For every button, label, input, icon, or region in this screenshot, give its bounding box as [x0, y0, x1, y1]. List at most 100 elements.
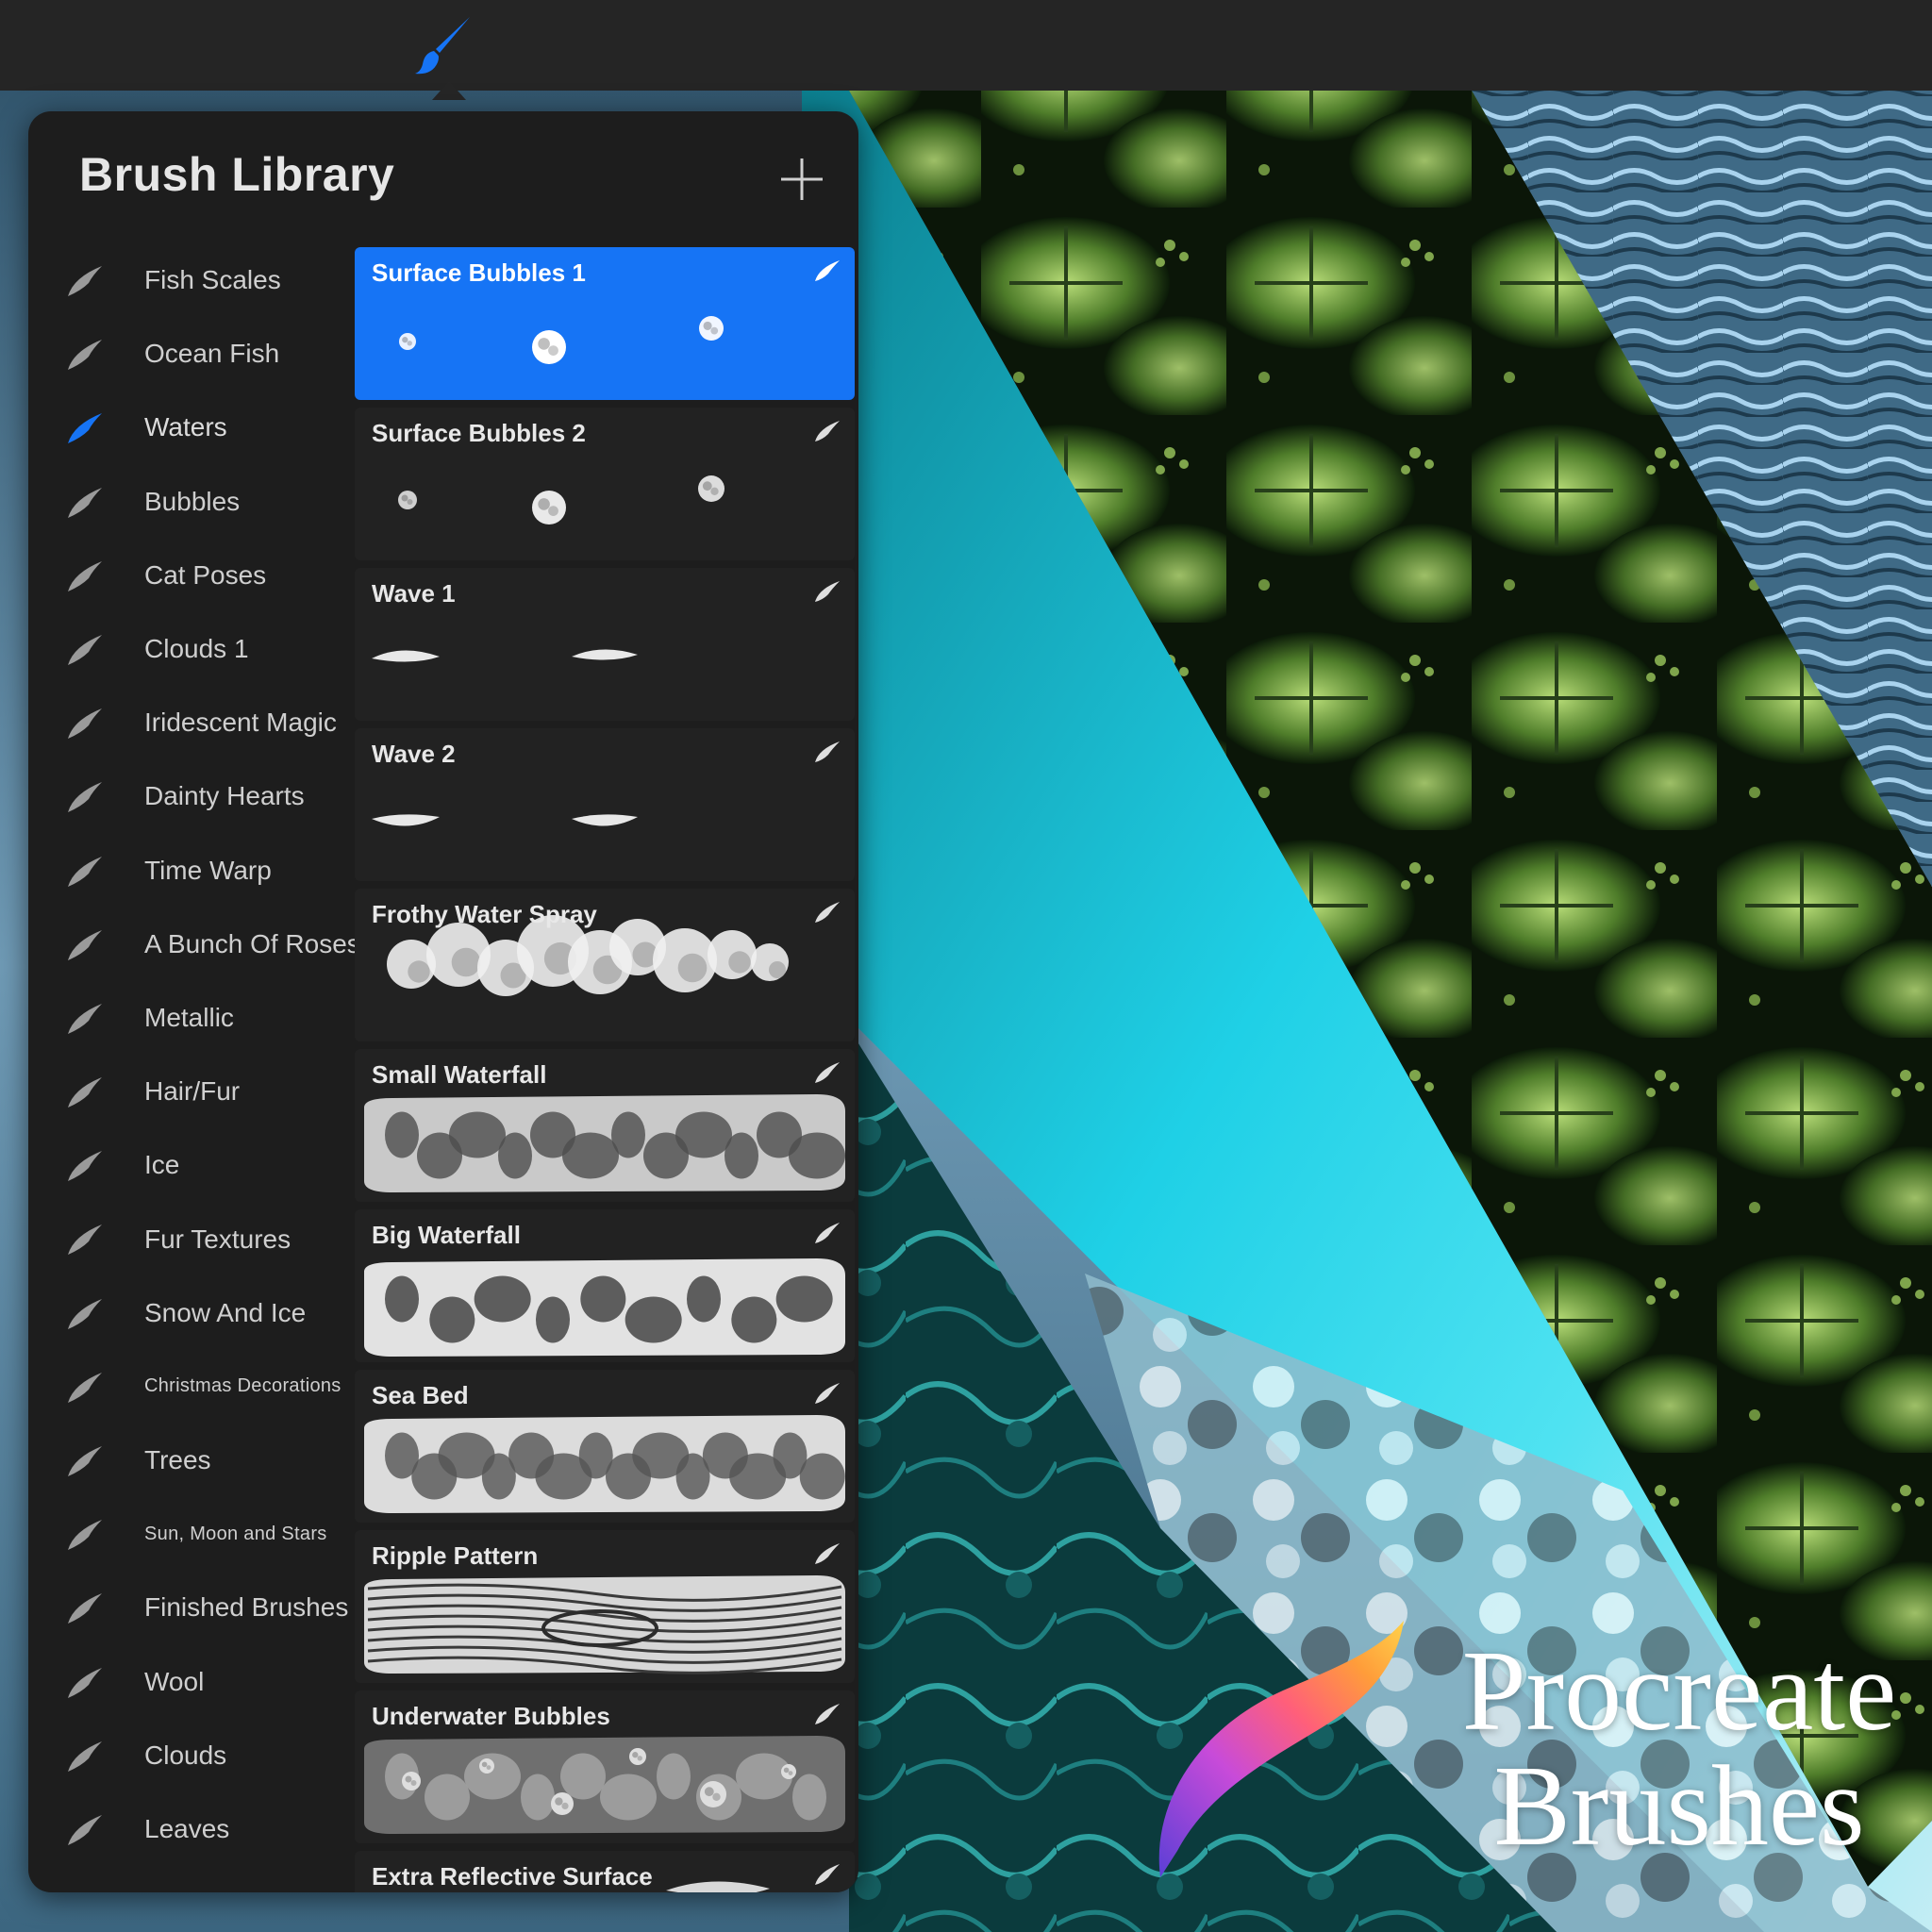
set-item[interactable]: Fur Textures: [28, 1202, 355, 1275]
brush-stroke-icon: [813, 1381, 841, 1406]
set-label: Christmas Decorations: [144, 1375, 341, 1397]
set-item[interactable]: Dainty Hearts: [28, 759, 355, 833]
brush-name: Surface Bubbles 1: [372, 258, 586, 288]
set-item[interactable]: Fish Scales: [28, 243, 355, 317]
set-item[interactable]: Sun, Moon and Stars: [28, 1497, 355, 1571]
top-toolbar: [0, 0, 1932, 91]
set-label: A Bunch Of Roses: [144, 929, 360, 959]
brush-card[interactable]: Surface Bubbles 1: [355, 247, 855, 400]
set-item[interactable]: Trees: [28, 1424, 355, 1497]
brush-card[interactable]: Wave 1: [355, 568, 855, 721]
brush-card[interactable]: Wave 2: [355, 728, 855, 881]
set-item[interactable]: Wool: [28, 1645, 355, 1719]
set-item[interactable]: Waters: [28, 391, 355, 464]
brush-card[interactable]: Sea Bed: [355, 1370, 855, 1523]
set-item[interactable]: Clouds: [28, 1719, 355, 1792]
brush-stroke-icon: [64, 484, 111, 522]
brush-name: Big Waterfall: [372, 1221, 521, 1250]
set-label: Fur Textures: [144, 1224, 291, 1255]
brush-stroke-icon: [813, 579, 841, 604]
set-item[interactable]: Bubbles: [28, 465, 355, 539]
paintbrush-icon[interactable]: [411, 13, 475, 77]
brush-stroke-icon: [64, 1738, 111, 1775]
brush-stroke-icon: [64, 409, 111, 447]
brush-stroke-icon: [64, 1369, 111, 1407]
brush-stroke-icon: [64, 1221, 111, 1258]
brush-stroke-icon: [64, 558, 111, 595]
branding-line-1: Procreate: [1453, 1634, 1906, 1749]
plus-icon[interactable]: [772, 149, 832, 209]
set-item[interactable]: Christmas Decorations: [28, 1350, 355, 1424]
brush-stroke-icon: [813, 740, 841, 764]
brush-name: Extra Reflective Surface: [372, 1862, 653, 1891]
brush-stroke-icon: [813, 1702, 841, 1726]
brush-stroke-icon: [64, 1590, 111, 1627]
brush-sets-list: Fish Scales Ocean Fish Waters Bubbles Cat Po…: [28, 243, 355, 1866]
brush-stroke-icon: [64, 1664, 111, 1702]
set-item[interactable]: Time Warp: [28, 834, 355, 908]
set-item[interactable]: Iridescent Magic: [28, 686, 355, 759]
brush-stroke-icon: [813, 1541, 841, 1566]
brush-stroke-icon: [64, 336, 111, 374]
set-item[interactable]: Hair/Fur: [28, 1055, 355, 1128]
brush-name: Sea Bed: [372, 1381, 469, 1410]
brush-name: Underwater Bubbles: [372, 1702, 610, 1731]
brush-stroke-icon: [64, 1147, 111, 1185]
brush-stroke-icon: [64, 926, 111, 964]
brush-stroke-icon: [64, 1000, 111, 1038]
set-label: Ocean Fish: [144, 339, 279, 369]
set-label: Metallic: [144, 1003, 234, 1033]
brush-name: Wave 2: [372, 740, 456, 769]
brush-stroke-icon: [64, 853, 111, 891]
set-item[interactable]: Snow And Ice: [28, 1276, 355, 1350]
brush-stroke-icon: [64, 1074, 111, 1111]
set-item[interactable]: Ice: [28, 1128, 355, 1202]
brush-stroke-icon: [64, 631, 111, 669]
brush-name: Wave 1: [372, 579, 456, 608]
set-item[interactable]: Metallic: [28, 981, 355, 1055]
set-label: Finished Brushes: [144, 1592, 348, 1623]
brush-card[interactable]: Surface Bubbles 2: [355, 408, 855, 560]
set-item[interactable]: Finished Brushes: [28, 1571, 355, 1644]
brush-library-panel: Brush Library Fish Scales Ocean Fish Water…: [28, 111, 858, 1892]
brush-stroke-icon: [64, 1295, 111, 1333]
set-label: Snow And Ice: [144, 1298, 306, 1328]
set-label: Bubbles: [144, 487, 240, 517]
brush-card[interactable]: Extra Reflective Surface: [355, 1851, 855, 1892]
set-item[interactable]: Cat Poses: [28, 539, 355, 612]
set-label: Cat Poses: [144, 560, 266, 591]
brush-card[interactable]: Big Waterfall: [355, 1209, 855, 1362]
set-item[interactable]: Clouds 1: [28, 612, 355, 686]
set-label: Fish Scales: [144, 265, 281, 295]
brush-stroke-icon: [813, 1862, 841, 1887]
brush-stroke-icon: [813, 900, 841, 924]
set-item[interactable]: Leaves: [28, 1792, 355, 1866]
brush-card[interactable]: Frothy Water Spray: [355, 889, 855, 1041]
brush-stroke-icon: [813, 419, 841, 443]
set-label: Trees: [144, 1445, 211, 1475]
set-item[interactable]: A Bunch Of Roses: [28, 908, 355, 981]
procreate-logo-icon: [1141, 1615, 1415, 1889]
brush-card[interactable]: Ripple Pattern: [355, 1530, 855, 1683]
brush-stroke-icon: [64, 262, 111, 300]
branding-line-2: Brushes: [1453, 1749, 1906, 1864]
set-label: Dainty Hearts: [144, 781, 305, 811]
set-label: Hair/Fur: [144, 1076, 240, 1107]
brush-stroke-icon: [64, 778, 111, 816]
panel-title: Brush Library: [79, 147, 394, 202]
brush-card[interactable]: Small Waterfall: [355, 1049, 855, 1202]
set-label: Ice: [144, 1150, 179, 1180]
brush-name: Ripple Pattern: [372, 1541, 538, 1571]
brush-name: Small Waterfall: [372, 1060, 546, 1090]
brush-card[interactable]: Underwater Bubbles: [355, 1690, 855, 1843]
brush-stroke-icon: [813, 258, 841, 283]
set-label: Leaves: [144, 1814, 229, 1844]
set-label: Sun, Moon and Stars: [144, 1524, 327, 1545]
set-label: Clouds 1: [144, 634, 249, 664]
brush-stroke-icon: [813, 1221, 841, 1245]
brush-stroke-icon: [64, 1811, 111, 1849]
set-label: Wool: [144, 1667, 204, 1697]
set-item[interactable]: Ocean Fish: [28, 317, 355, 391]
set-label: Iridescent Magic: [144, 708, 337, 738]
set-label: Waters: [144, 412, 227, 442]
